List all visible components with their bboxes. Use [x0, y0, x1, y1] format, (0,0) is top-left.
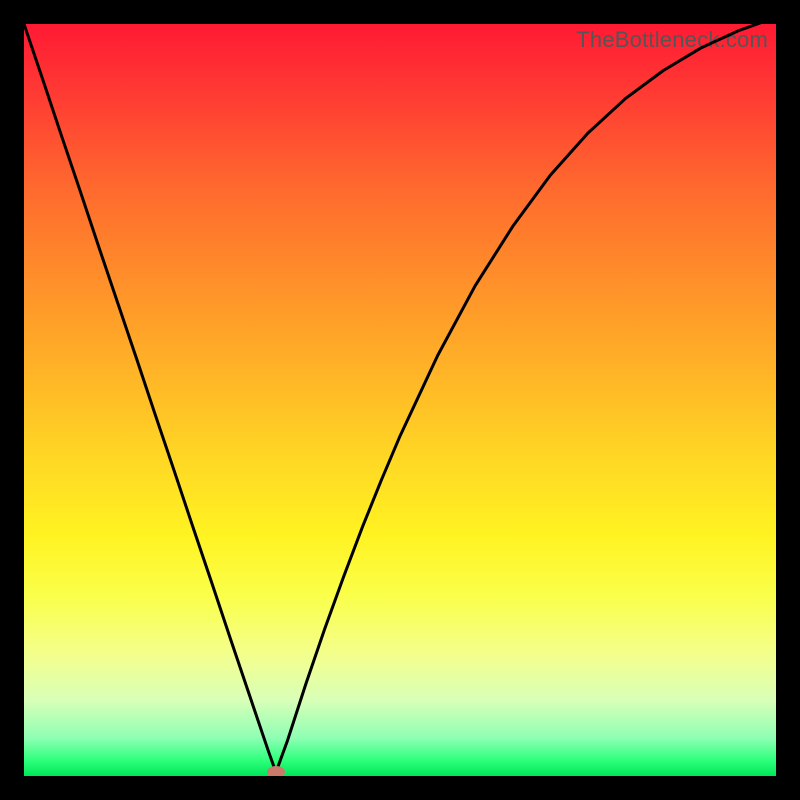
chart-frame: TheBottleneck.com [0, 0, 800, 800]
bottleneck-curve [24, 24, 776, 776]
optimum-marker [267, 766, 285, 776]
chart-plot-area: TheBottleneck.com [24, 24, 776, 776]
